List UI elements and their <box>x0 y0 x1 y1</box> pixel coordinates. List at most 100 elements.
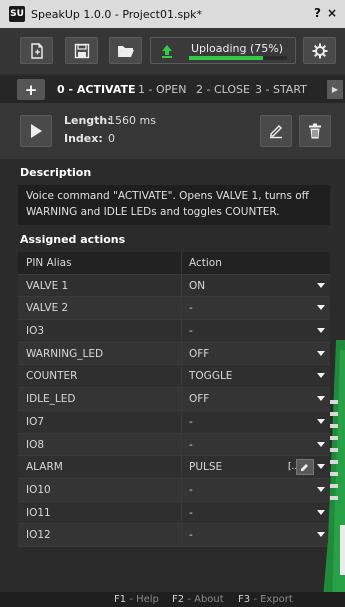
assigned-actions-heading: Assigned actions <box>20 233 126 246</box>
description-heading: Description <box>20 166 92 179</box>
pin-alias-cell: VALVE 2 <box>18 297 182 320</box>
action-value: - <box>189 438 193 451</box>
action-dropdown[interactable]: - <box>182 411 330 433</box>
action-dropdown[interactable]: - <box>182 434 330 456</box>
play-button[interactable] <box>20 115 52 147</box>
action-dropdown[interactable]: ON <box>182 275 330 297</box>
pencil-icon <box>301 464 308 472</box>
description-text: Voice command "ACTIVATE". Opens VALVE 1,… <box>18 185 330 225</box>
edit-pulse-button[interactable] <box>296 459 314 476</box>
actions-table: PIN Alias Action VALVE 1 ON VALVE 2- IO3- WA… <box>18 252 330 547</box>
table-row: IO12- <box>18 524 330 547</box>
action-dropdown[interactable]: - <box>182 297 330 319</box>
pin-alias-cell: IDLE_LED <box>18 388 182 410</box>
table-row: IO3- <box>18 320 330 343</box>
description-line-2: WARNING and IDLE LEDs and toggles COUNTE… <box>26 206 280 218</box>
app-icon: SU <box>9 6 25 22</box>
trash-icon <box>309 123 321 139</box>
add-command-button[interactable]: + <box>17 79 45 100</box>
footer-bar: F1 - Help F2 - About F3 - Export <box>0 592 345 607</box>
upload-arrow-icon <box>162 45 172 58</box>
toolbar: Uploading (75%) <box>0 28 345 74</box>
action-dropdown[interactable]: - <box>182 479 330 501</box>
play-icon <box>31 124 42 138</box>
action-value: - <box>189 506 193 519</box>
pin-alias-cell: IO11 <box>18 501 182 524</box>
table-row: IO7- <box>18 410 330 434</box>
action-value: OFF <box>189 347 210 360</box>
tab-scroll-right-button[interactable]: ▶ <box>327 80 343 99</box>
pin-alias-cell: ALARM <box>18 456 182 478</box>
upload-status[interactable]: Uploading (75%) <box>150 37 296 64</box>
length-label: Length: <box>64 114 112 127</box>
pin-alias-cell: IO7 <box>18 410 182 433</box>
action-dropdown[interactable]: TOGGLE <box>182 365 330 387</box>
upload-progress-fill <box>189 56 263 60</box>
window-title: SpeakUp 1.0.0 - Project01.spk* <box>31 7 203 21</box>
index-label: Index: <box>64 132 103 145</box>
edit-command-button[interactable] <box>260 115 292 147</box>
save-icon <box>74 43 89 58</box>
action-value: - <box>189 325 193 338</box>
tab-close[interactable]: 2 - CLOSE <box>196 83 250 96</box>
f2-key: F2 <box>172 594 185 605</box>
col-pin-alias: PIN Alias <box>18 252 182 274</box>
table-row: WARNING_LED OFF <box>18 342 330 366</box>
command-tab-bar: + 0 - ACTIVATE 1 - OPEN 2 - CLOSE 3 - ST… <box>0 76 345 103</box>
f1-key: F1 <box>114 594 127 605</box>
tab-start[interactable]: 3 - START <box>255 83 307 96</box>
action-value: - <box>189 529 193 542</box>
f3-key: F3 <box>238 594 251 605</box>
save-button[interactable] <box>65 37 98 64</box>
upload-label: Uploading (75%) <box>190 42 284 55</box>
table-row: IO10- <box>18 478 330 502</box>
tab-activate[interactable]: 0 - ACTIVATE <box>57 83 136 96</box>
pin-alias-cell: IO10 <box>18 478 182 501</box>
action-dropdown[interactable]: - <box>182 502 330 524</box>
pencil-icon <box>270 125 282 139</box>
col-action: Action <box>189 257 222 269</box>
table-row: ALARMPULSE[...] <box>18 456 330 479</box>
command-panel: Length: 1560 ms Index: 0 <box>0 103 345 159</box>
table-row: IDLE_LED OFF <box>18 388 330 411</box>
index-value: 0 <box>108 132 115 145</box>
action-value: - <box>189 302 193 315</box>
new-file-icon <box>30 42 43 59</box>
f3-label: - Export <box>253 594 293 605</box>
action-dropdown[interactable]: OFF <box>182 388 330 410</box>
table-row: VALVE 2- <box>18 297 330 321</box>
action-value: PULSE <box>189 461 223 474</box>
close-button[interactable]: × <box>327 6 337 20</box>
table-row: IO11- <box>18 501 330 525</box>
open-button[interactable] <box>109 37 142 64</box>
upload-progress-bar <box>189 56 287 60</box>
action-dropdown[interactable]: PULSE[...] <box>182 456 330 478</box>
action-dropdown[interactable]: - <box>182 320 330 342</box>
length-value: 1560 ms <box>108 114 156 127</box>
f1-label: - Help <box>129 594 159 605</box>
chevron-down-icon <box>317 305 325 311</box>
help-shortcut[interactable]: F1 - Help <box>114 594 159 605</box>
pin-alias-cell: WARNING_LED <box>18 342 182 365</box>
table-row: IO8- <box>18 433 330 457</box>
export-shortcut[interactable]: F3 - Export <box>238 594 293 605</box>
action-value: - <box>189 415 193 428</box>
action-value: TOGGLE <box>189 370 233 383</box>
delete-command-button[interactable] <box>299 115 331 147</box>
action-dropdown[interactable]: - <box>182 524 330 546</box>
action-dropdown[interactable]: OFF <box>182 343 330 365</box>
f2-label: - About <box>187 594 224 605</box>
table-header: PIN Alias Action <box>18 252 330 275</box>
about-shortcut[interactable]: F2 - About <box>172 594 224 605</box>
settings-button[interactable] <box>303 37 336 64</box>
pin-alias-cell: IO12 <box>18 524 182 546</box>
new-file-button[interactable] <box>20 37 53 64</box>
gear-icon <box>312 43 327 58</box>
action-value: OFF <box>189 393 210 406</box>
circuit-board-image <box>322 340 345 607</box>
tab-open[interactable]: 1 - OPEN <box>138 83 186 96</box>
help-button[interactable]: ? <box>314 6 321 20</box>
chevron-down-icon <box>317 282 325 288</box>
open-folder-icon <box>117 45 134 57</box>
chevron-right-icon: ▶ <box>331 85 339 94</box>
